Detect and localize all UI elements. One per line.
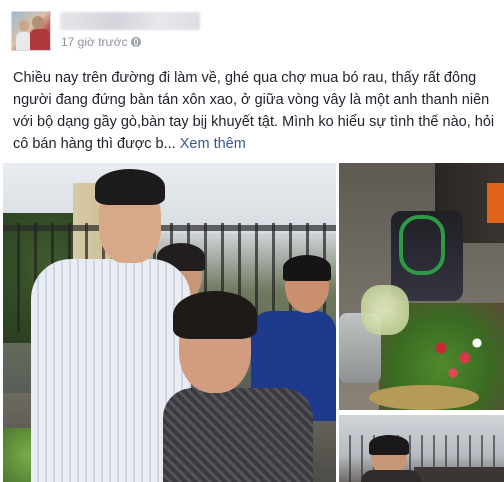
globe-icon[interactable]	[131, 37, 142, 47]
avatar-person-adult-body	[30, 29, 50, 50]
photo-main[interactable]	[3, 163, 336, 482]
person-man-hair	[95, 169, 165, 205]
post-header: 17 giờ trước	[0, 0, 504, 60]
person-woman-front-hair	[173, 291, 257, 339]
avatar-person-adult	[32, 16, 44, 29]
photo-grid	[0, 163, 504, 482]
photo-bag-strap	[399, 215, 445, 275]
photo-orange-fabric	[487, 183, 504, 223]
post-body: Chiều nay trên đường đi làm về, ghé qua …	[13, 70, 495, 152]
person-boy-hair	[283, 255, 331, 281]
post-timestamp[interactable]: 17 giờ trước	[61, 35, 142, 49]
post-text: Chiều nay trên đường đi làm về, ghé qua …	[13, 67, 495, 155]
avatar-person-child	[19, 20, 29, 31]
photo-plastic-bag	[361, 285, 409, 335]
photo-background-figures	[414, 467, 504, 482]
author-name-blurred[interactable]	[60, 12, 200, 30]
see-more-link[interactable]: Xem thêm	[180, 136, 246, 152]
author-avatar[interactable]	[11, 11, 51, 51]
person-man-shirt	[361, 470, 421, 482]
photo-street[interactable]	[339, 415, 504, 482]
photo-flowers	[429, 333, 489, 383]
photo-market-goods[interactable]	[339, 163, 504, 410]
timestamp-text[interactable]: 17 giờ trước	[61, 35, 127, 49]
person-woman-front-shirt	[163, 388, 313, 482]
person-man-hair	[369, 435, 409, 455]
photo-tray	[369, 385, 479, 410]
